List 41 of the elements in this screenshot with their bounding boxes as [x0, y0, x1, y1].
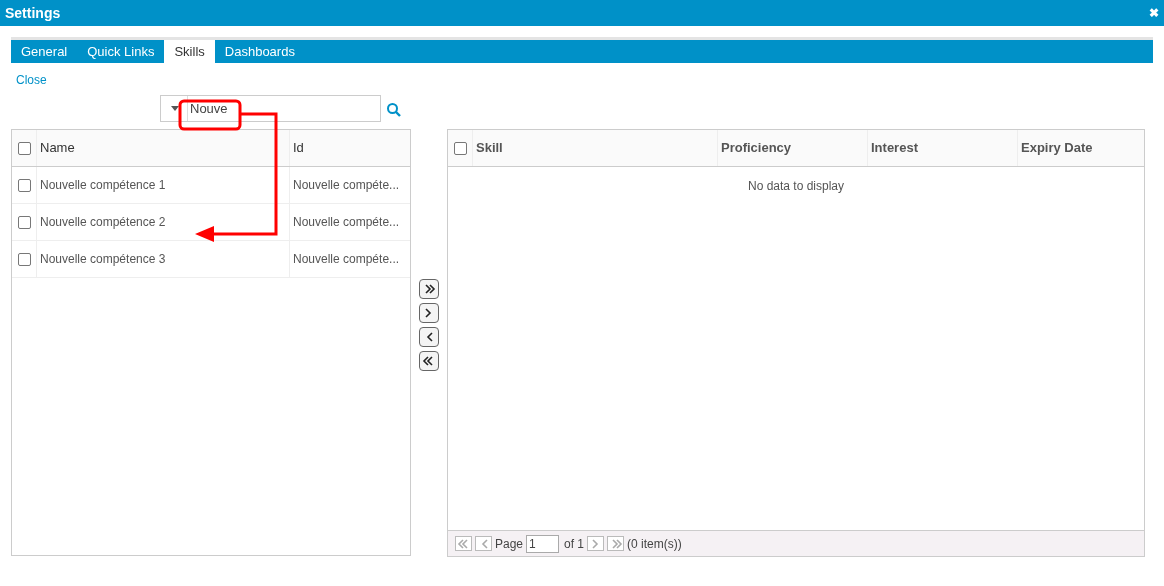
- move-button[interactable]: [419, 279, 439, 299]
- column-header[interactable]: Expiry Date: [1021, 138, 1093, 158]
- table-cell-text: Nouvelle compétence 1: [40, 177, 166, 194]
- checkbox[interactable]: [17, 252, 31, 266]
- double-chevron-icon: [456, 536, 471, 551]
- page-input[interactable]: 1: [526, 534, 560, 553]
- page-label: Page: [495, 535, 524, 553]
- page-count: of 1: [564, 535, 585, 553]
- double-chevron-icon: [422, 354, 436, 368]
- column-header[interactable]: Name: [40, 138, 75, 158]
- column-header[interactable]: Interest: [871, 138, 918, 158]
- pager-button[interactable]: [475, 536, 492, 551]
- column-header[interactable]: Proficiency: [721, 138, 792, 158]
- pager-button[interactable]: [607, 536, 625, 551]
- pager-button[interactable]: [587, 536, 605, 551]
- checkbox[interactable]: [453, 141, 467, 155]
- column-header[interactable]: Id: [293, 138, 304, 158]
- column-header[interactable]: Skill: [476, 138, 503, 158]
- table-cell-text: Nouvelle compéte...: [293, 177, 400, 194]
- table-cell-text: Nouvelle compétence 3: [40, 251, 166, 268]
- checkbox[interactable]: [17, 215, 31, 229]
- close-link[interactable]: Close: [16, 71, 47, 89]
- search-icon[interactable]: [386, 102, 402, 118]
- checkbox[interactable]: [17, 141, 31, 155]
- item-count: (0 item(s)): [627, 535, 682, 553]
- close-button[interactable]: ✖: [1149, 4, 1159, 22]
- caret-icon: [171, 106, 179, 111]
- tab[interactable]: General: [11, 40, 78, 63]
- double-chevron-icon: [422, 282, 436, 296]
- search-field[interactable]: Nouve: [160, 95, 381, 122]
- tab[interactable]: Quick Links: [77, 40, 165, 63]
- pager-button[interactable]: [455, 536, 472, 551]
- move-button[interactable]: [419, 351, 439, 371]
- table-cell-text: Nouvelle compétence 2: [40, 214, 166, 231]
- checkbox[interactable]: [17, 178, 31, 192]
- empty-message: No data to display: [747, 177, 845, 195]
- table-cell-text: Nouvelle compéte...: [293, 214, 400, 231]
- window-title: Settings: [5, 3, 61, 23]
- tab[interactable]: Dashboards: [214, 40, 305, 63]
- table-cell-text: Nouvelle compéte...: [293, 251, 400, 268]
- tab[interactable]: Skills: [164, 40, 215, 63]
